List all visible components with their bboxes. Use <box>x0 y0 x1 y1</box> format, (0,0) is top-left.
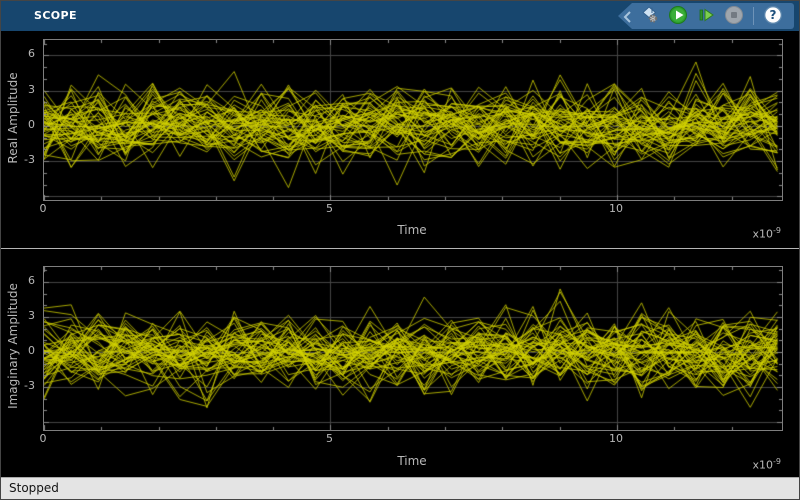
toolbar-separator <box>753 7 754 25</box>
y-tick-label: 0 <box>1 118 35 131</box>
toolbar-collapse-chevron-icon[interactable] <box>622 9 632 28</box>
svg-text:?: ? <box>770 8 777 22</box>
y-tick-label: -3 <box>1 153 35 166</box>
scope-window: SCOPE <box>0 0 800 500</box>
help-button[interactable]: ? <box>761 4 785 28</box>
x-tick-label: 10 <box>609 432 623 445</box>
y-tick-label: -3 <box>1 379 35 392</box>
run-button[interactable] <box>666 4 690 28</box>
step-forward-icon <box>696 5 716 28</box>
x-tick-label: 0 <box>40 202 47 215</box>
play-icon <box>668 5 688 28</box>
plot-region: Real Amplitude Time x10-9 Imaginary Ampl… <box>1 31 800 479</box>
time-axis-label-imaginary: Time <box>367 454 457 468</box>
y-tick-label: 6 <box>1 274 35 287</box>
x-tick-label: 5 <box>326 202 333 215</box>
tab-scope[interactable]: SCOPE <box>34 9 77 22</box>
stop-button[interactable] <box>722 4 746 28</box>
plot-area-real <box>43 39 783 201</box>
plot-canvas-imaginary[interactable] <box>44 267 782 430</box>
configuration-properties-button[interactable] <box>638 4 662 28</box>
panel-divider <box>1 248 800 249</box>
y-tick-label: 6 <box>1 47 35 60</box>
y-tick-label: 0 <box>1 344 35 357</box>
plot-area-imaginary <box>43 266 783 431</box>
x-tick-label: 5 <box>326 432 333 445</box>
plot-canvas-real[interactable] <box>44 40 782 200</box>
question-mark-icon: ? <box>763 5 783 28</box>
toolbar: ? <box>618 3 794 29</box>
titlebar: SCOPE <box>1 1 799 31</box>
x-tick-label: 10 <box>609 202 623 215</box>
stop-icon <box>724 5 744 28</box>
gear-icon <box>640 5 660 28</box>
step-forward-button[interactable] <box>694 4 718 28</box>
exponent-label-imaginary: x10-9 <box>753 457 782 472</box>
time-axis-label-real: Time <box>367 223 457 237</box>
y-tick-label: 3 <box>1 83 35 96</box>
y-tick-label: 3 <box>1 309 35 322</box>
statusbar: Stopped <box>1 477 799 499</box>
status-text: Stopped <box>9 481 59 495</box>
exponent-label-real: x10-9 <box>753 226 782 241</box>
x-tick-label: 0 <box>40 432 47 445</box>
